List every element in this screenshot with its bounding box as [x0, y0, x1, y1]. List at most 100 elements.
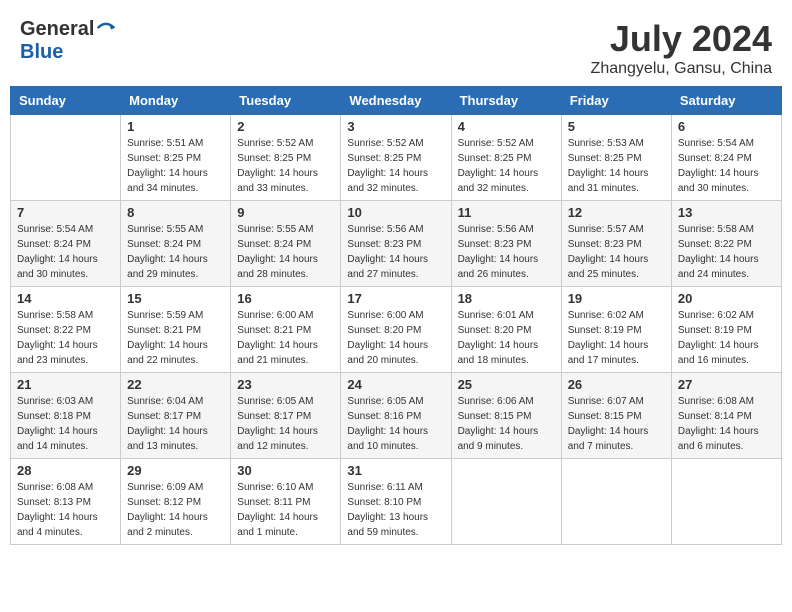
day-number: 31 [347, 463, 444, 478]
day-number: 5 [568, 119, 665, 134]
day-of-week-header: Tuesday [231, 87, 341, 115]
day-info: Sunrise: 5:54 AM Sunset: 8:24 PM Dayligh… [678, 136, 775, 196]
day-info: Sunrise: 5:55 AM Sunset: 8:24 PM Dayligh… [127, 222, 224, 282]
day-info: Sunrise: 5:57 AM Sunset: 8:23 PM Dayligh… [568, 222, 665, 282]
calendar-day-cell: 8Sunrise: 5:55 AM Sunset: 8:24 PM Daylig… [121, 201, 231, 287]
day-info: Sunrise: 6:00 AM Sunset: 8:20 PM Dayligh… [347, 308, 444, 368]
day-of-week-header: Friday [561, 87, 671, 115]
day-info: Sunrise: 6:05 AM Sunset: 8:16 PM Dayligh… [347, 394, 444, 454]
day-number: 2 [237, 119, 334, 134]
calendar-day-cell: 6 Sunrise: 5:54 AM Sunset: 8:24 PM Daylig… [671, 115, 781, 201]
calendar-day-cell: 17Sunrise: 6:00 AM Sunset: 8:20 PM Dayli… [341, 287, 451, 373]
day-info: Sunrise: 6:03 AM Sunset: 8:18 PM Dayligh… [17, 394, 114, 454]
day-info: Sunrise: 5:52 AM Sunset: 8:25 PM Dayligh… [237, 136, 334, 196]
calendar-day-cell [561, 459, 671, 545]
day-number: 10 [347, 205, 444, 220]
day-info: Sunrise: 5:56 AM Sunset: 8:23 PM Dayligh… [458, 222, 555, 282]
calendar-day-cell: 14 Sunrise: 5:58 AM Sunset: 8:22 PM Dayli… [11, 287, 121, 373]
day-info: Sunrise: 6:08 AM Sunset: 8:14 PM Dayligh… [678, 394, 775, 454]
header: General Blue July 2024 Zhangyelu, Gansu,… [10, 10, 782, 82]
day-info: Sunrise: 6:02 AM Sunset: 8:19 PM Dayligh… [678, 308, 775, 368]
calendar-day-cell: 24 Sunrise: 6:05 AM Sunset: 8:16 PM Dayli… [341, 373, 451, 459]
day-number: 22 [127, 377, 224, 392]
calendar-day-cell: 4 Sunrise: 5:52 AM Sunset: 8:25 PM Daylig… [451, 115, 561, 201]
title-area: July 2024 Zhangyelu, Gansu, China [591, 18, 772, 78]
day-of-week-header: Monday [121, 87, 231, 115]
calendar-day-cell: 5 Sunrise: 5:53 AM Sunset: 8:25 PM Daylig… [561, 115, 671, 201]
day-info: Sunrise: 6:06 AM Sunset: 8:15 PM Dayligh… [458, 394, 555, 454]
calendar-day-cell: 2 Sunrise: 5:52 AM Sunset: 8:25 PM Daylig… [231, 115, 341, 201]
day-info: Sunrise: 6:05 AM Sunset: 8:17 PM Dayligh… [237, 394, 334, 454]
calendar-day-cell: 21 Sunrise: 6:03 AM Sunset: 8:18 PM Dayli… [11, 373, 121, 459]
calendar-day-cell: 3Sunrise: 5:52 AM Sunset: 8:25 PM Daylig… [341, 115, 451, 201]
calendar-day-cell [671, 459, 781, 545]
day-info: Sunrise: 5:54 AM Sunset: 8:24 PM Dayligh… [17, 222, 114, 282]
calendar-day-cell [451, 459, 561, 545]
day-info: Sunrise: 6:10 AM Sunset: 8:11 PM Dayligh… [237, 480, 334, 540]
calendar-week-row: 28 Sunrise: 6:08 AM Sunset: 8:13 PM Dayli… [11, 459, 782, 545]
day-number: 24 [347, 377, 444, 392]
calendar-day-cell: 25 Sunrise: 6:06 AM Sunset: 8:15 PM Dayli… [451, 373, 561, 459]
calendar-day-cell [11, 115, 121, 201]
day-number: 11 [458, 205, 555, 220]
calendar-day-cell: 7 Sunrise: 5:54 AM Sunset: 8:24 PM Daylig… [11, 201, 121, 287]
calendar-day-cell: 16 Sunrise: 6:00 AM Sunset: 8:21 PM Dayli… [231, 287, 341, 373]
day-number: 7 [17, 205, 114, 220]
calendar-week-row: 21 Sunrise: 6:03 AM Sunset: 8:18 PM Dayli… [11, 373, 782, 459]
day-of-week-header: Saturday [671, 87, 781, 115]
calendar-day-cell: 13 Sunrise: 5:58 AM Sunset: 8:22 PM Dayli… [671, 201, 781, 287]
calendar-table: SundayMondayTuesdayWednesdayThursdayFrid… [10, 86, 782, 545]
calendar-header-row: SundayMondayTuesdayWednesdayThursdayFrid… [11, 87, 782, 115]
day-number: 6 [678, 119, 775, 134]
calendar-day-cell: 28 Sunrise: 6:08 AM Sunset: 8:13 PM Dayli… [11, 459, 121, 545]
day-number: 13 [678, 205, 775, 220]
day-number: 29 [127, 463, 224, 478]
calendar-day-cell: 29Sunrise: 6:09 AM Sunset: 8:12 PM Dayli… [121, 459, 231, 545]
day-of-week-header: Thursday [451, 87, 561, 115]
day-number: 23 [237, 377, 334, 392]
calendar-day-cell: 30 Sunrise: 6:10 AM Sunset: 8:11 PM Dayli… [231, 459, 341, 545]
day-info: Sunrise: 6:08 AM Sunset: 8:13 PM Dayligh… [17, 480, 114, 540]
calendar-day-cell: 19 Sunrise: 6:02 AM Sunset: 8:19 PM Dayli… [561, 287, 671, 373]
day-number: 16 [237, 291, 334, 306]
day-number: 28 [17, 463, 114, 478]
day-info: Sunrise: 5:59 AM Sunset: 8:21 PM Dayligh… [127, 308, 224, 368]
day-of-week-header: Sunday [11, 87, 121, 115]
calendar-day-cell: 9Sunrise: 5:55 AM Sunset: 8:24 PM Daylig… [231, 201, 341, 287]
day-number: 4 [458, 119, 555, 134]
calendar-day-cell: 18Sunrise: 6:01 AM Sunset: 8:20 PM Dayli… [451, 287, 561, 373]
calendar-day-cell: 27 Sunrise: 6:08 AM Sunset: 8:14 PM Dayli… [671, 373, 781, 459]
calendar-title: July 2024 [591, 18, 772, 60]
calendar-day-cell: 11 Sunrise: 5:56 AM Sunset: 8:23 PM Dayli… [451, 201, 561, 287]
calendar-day-cell: 23 Sunrise: 6:05 AM Sunset: 8:17 PM Dayli… [231, 373, 341, 459]
day-number: 30 [237, 463, 334, 478]
logo-icon [96, 18, 116, 38]
day-number: 1 [127, 119, 224, 134]
day-number: 9 [237, 205, 334, 220]
day-number: 14 [17, 291, 114, 306]
day-info: Sunrise: 6:00 AM Sunset: 8:21 PM Dayligh… [237, 308, 334, 368]
day-info: Sunrise: 5:56 AM Sunset: 8:23 PM Dayligh… [347, 222, 444, 282]
day-info: Sunrise: 5:51 AM Sunset: 8:25 PM Dayligh… [127, 136, 224, 196]
day-info: Sunrise: 5:53 AM Sunset: 8:25 PM Dayligh… [568, 136, 665, 196]
logo-general-text: General [20, 18, 94, 41]
day-number: 25 [458, 377, 555, 392]
day-info: Sunrise: 6:11 AM Sunset: 8:10 PM Dayligh… [347, 480, 444, 540]
calendar-day-cell: 1 Sunrise: 5:51 AM Sunset: 8:25 PM Daylig… [121, 115, 231, 201]
day-number: 15 [127, 291, 224, 306]
day-info: Sunrise: 6:07 AM Sunset: 8:15 PM Dayligh… [568, 394, 665, 454]
calendar-day-cell: 12Sunrise: 5:57 AM Sunset: 8:23 PM Dayli… [561, 201, 671, 287]
day-number: 27 [678, 377, 775, 392]
day-number: 21 [17, 377, 114, 392]
day-number: 3 [347, 119, 444, 134]
day-info: Sunrise: 6:02 AM Sunset: 8:19 PM Dayligh… [568, 308, 665, 368]
day-info: Sunrise: 5:52 AM Sunset: 8:25 PM Dayligh… [458, 136, 555, 196]
day-info: Sunrise: 6:01 AM Sunset: 8:20 PM Dayligh… [458, 308, 555, 368]
day-number: 26 [568, 377, 665, 392]
logo-blue-text: Blue [20, 41, 63, 64]
day-info: Sunrise: 5:58 AM Sunset: 8:22 PM Dayligh… [678, 222, 775, 282]
day-number: 19 [568, 291, 665, 306]
calendar-location: Zhangyelu, Gansu, China [591, 60, 772, 78]
logo: General Blue [20, 18, 116, 64]
day-info: Sunrise: 5:58 AM Sunset: 8:22 PM Dayligh… [17, 308, 114, 368]
